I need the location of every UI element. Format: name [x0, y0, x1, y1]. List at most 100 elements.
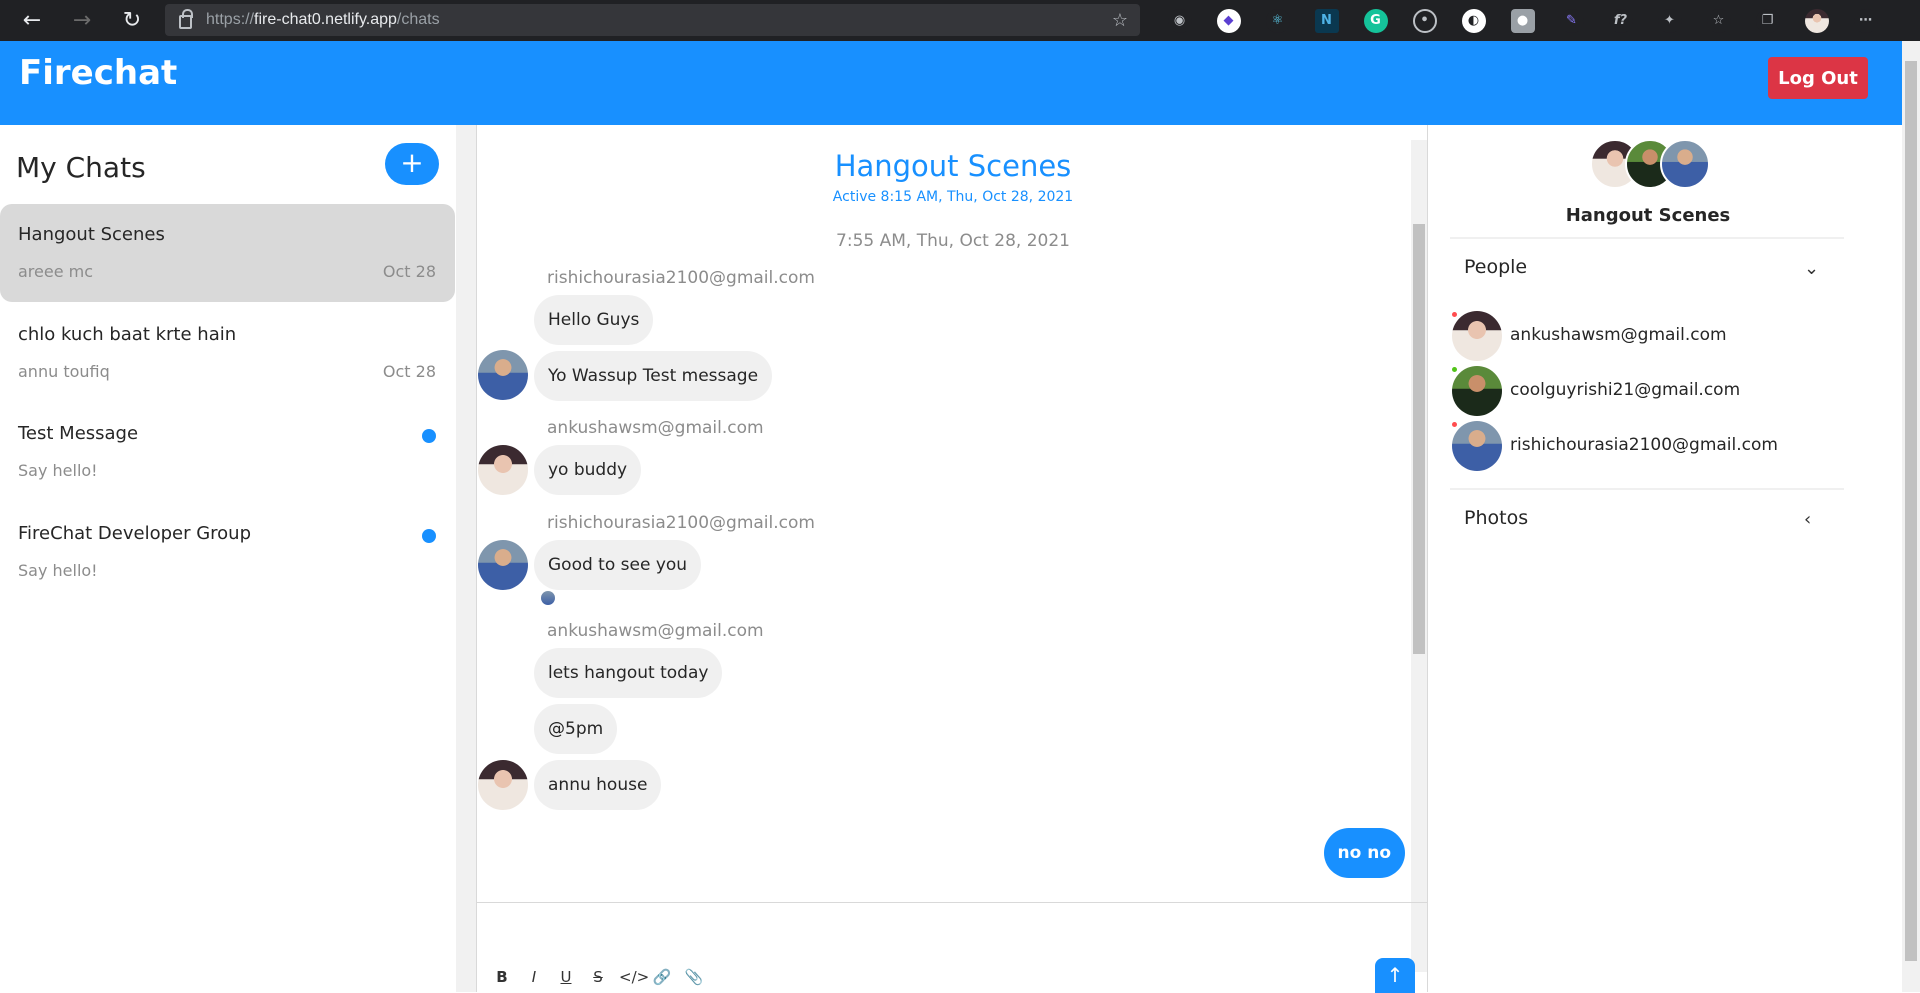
- app-title: Firechat: [19, 53, 178, 93]
- read-receipt-avatar: [541, 591, 555, 605]
- chat-list-title: My Chats: [16, 151, 146, 184]
- attachment-icon[interactable]: 📎: [683, 966, 705, 988]
- puzzle-extensions-icon[interactable]: ✦: [1657, 8, 1682, 33]
- react-devtools-icon[interactable]: ⚛: [1265, 8, 1290, 33]
- message-composer[interactable]: B I U S </> 🔗 📎 ↑: [477, 902, 1427, 993]
- app-header: Firechat Log Out: [0, 41, 1902, 125]
- grammarly-icon[interactable]: G: [1363, 8, 1388, 33]
- new-chat-button[interactable]: +: [385, 143, 439, 185]
- chat-card-last-message: areee mc: [18, 262, 94, 281]
- chat-card-last-message: Say hello!: [18, 461, 98, 480]
- pen-extension-icon[interactable]: ✎: [1559, 8, 1584, 33]
- message-sender: rishichourasia2100@gmail.com: [547, 513, 815, 533]
- chat-card-firechat-developer-group[interactable]: FireChat Developer Group Say hello!: [0, 503, 455, 601]
- sender-avatar: [478, 350, 528, 400]
- person-email: coolguyrishi21@gmail.com: [1510, 380, 1741, 400]
- code-icon[interactable]: </>: [619, 966, 649, 988]
- underline-icon[interactable]: U: [555, 966, 577, 988]
- divider: [1450, 488, 1844, 490]
- message-bubble: annu house: [534, 760, 662, 810]
- browser-toolbar: ← → ↻ https://fire-chat0.netlify.app/cha…: [0, 0, 1920, 41]
- chat-card-hangout-scenes[interactable]: Hangout Scenes areee mc Oct 28: [0, 204, 455, 302]
- message-timestamp: 7:55 AM, Thu, Oct 28, 2021: [836, 231, 1070, 251]
- forward-arrow-icon[interactable]: →: [62, 0, 102, 41]
- send-button[interactable]: ↑: [1375, 958, 1415, 993]
- feed-scrollbar-thumb[interactable]: [1413, 224, 1425, 654]
- favorites-icon[interactable]: ☆: [1706, 8, 1731, 33]
- extensions-bar: ◉ ◆ ⚛ N G • ◐ ● ✎ f? ✦ ☆ ❐ ⋯: [1155, 0, 1890, 41]
- message-bubble: @5pm: [534, 704, 618, 754]
- person-avatar: [1452, 366, 1502, 416]
- feed-scrollbar[interactable]: [1411, 140, 1427, 972]
- chat-card-name: chlo kuch baat krte hain: [18, 324, 237, 345]
- italic-icon[interactable]: I: [523, 966, 545, 988]
- font-extension-icon[interactable]: f?: [1608, 8, 1633, 33]
- strikethrough-icon[interactable]: S: [587, 966, 609, 988]
- group-avatars: [1590, 139, 1710, 191]
- message-bubble: lets hangout today: [534, 648, 723, 698]
- chat-card-date: Oct 28: [382, 362, 436, 381]
- more-menu-icon[interactable]: ⋯: [1853, 8, 1878, 33]
- chat-card-chlo-kuch-baat[interactable]: chlo kuch baat krte hain annu toufiq Oct…: [0, 304, 455, 402]
- chat-list-scrollbar[interactable]: [456, 125, 476, 992]
- window-scrollbar-thumb[interactable]: [1905, 61, 1917, 961]
- favorite-star-icon[interactable]: ☆: [1112, 10, 1128, 31]
- chevron-down-icon[interactable]: ⌄: [1804, 258, 1819, 279]
- chat-card-date: Oct 28: [382, 262, 436, 281]
- group-member-avatar: [1660, 139, 1710, 189]
- message-bubble: yo buddy: [534, 445, 642, 495]
- chat-card-name: FireChat Developer Group: [18, 523, 252, 544]
- gem-extension-icon[interactable]: ◆: [1216, 8, 1241, 33]
- message-sender: rishichourasia2100@gmail.com: [547, 268, 815, 288]
- person-row: ankushawsm@gmail.com: [1452, 311, 1852, 361]
- chat-card-last-message: Say hello!: [18, 561, 98, 580]
- chat-card-name: Test Message: [18, 423, 139, 444]
- collections-icon[interactable]: ❐: [1755, 8, 1780, 33]
- photos-section-title[interactable]: Photos: [1464, 507, 1528, 529]
- circle-extension-icon[interactable]: ◐: [1461, 8, 1486, 33]
- address-bar[interactable]: https://fire-chat0.netlify.app/chats ☆: [165, 4, 1140, 36]
- person-row: rishichourasia2100@gmail.com: [1452, 421, 1852, 471]
- person-avatar: [1452, 421, 1502, 471]
- message-bubble: Hello Guys: [534, 295, 654, 345]
- person-email: ankushawsm@gmail.com: [1510, 325, 1727, 345]
- person-email: rishichourasia2100@gmail.com: [1510, 435, 1778, 455]
- chat-card-last-message: annu toufiq: [18, 362, 110, 381]
- sender-avatar: [478, 760, 528, 810]
- window-scrollbar[interactable]: [1902, 41, 1920, 992]
- online-status-dot: [1452, 367, 1457, 372]
- screenshot-extension-icon[interactable]: ●: [1510, 8, 1535, 33]
- message-bubble: Yo Wassup Test message: [534, 351, 773, 401]
- message-bubble: Good to see you: [534, 540, 702, 590]
- sender-avatar: [478, 540, 528, 590]
- spy-extension-icon[interactable]: ◉: [1167, 8, 1192, 33]
- profile-avatar[interactable]: [1804, 8, 1829, 33]
- notion-extension-icon[interactable]: N: [1314, 8, 1339, 33]
- logout-button[interactable]: Log Out: [1768, 57, 1868, 99]
- target-extension-icon[interactable]: •: [1412, 8, 1437, 33]
- sender-avatar: [478, 445, 528, 495]
- feed-title: Hangout Scenes: [834, 149, 1072, 183]
- person-row: coolguyrishi21@gmail.com: [1452, 366, 1852, 416]
- back-arrow-icon[interactable]: ←: [12, 0, 52, 41]
- message-sender: ankushawsm@gmail.com: [547, 418, 764, 438]
- chat-card-test-message[interactable]: Test Message Say hello!: [0, 403, 455, 501]
- chat-card-name: Hangout Scenes: [18, 224, 165, 245]
- link-icon[interactable]: 🔗: [651, 966, 673, 988]
- online-status-dot: [1452, 312, 1457, 317]
- group-name: Hangout Scenes: [1565, 205, 1731, 226]
- bold-icon[interactable]: B: [491, 966, 513, 988]
- people-section-title[interactable]: People: [1464, 256, 1527, 278]
- chevron-left-icon[interactable]: ‹: [1804, 509, 1811, 530]
- person-avatar: [1452, 311, 1502, 361]
- divider: [1450, 237, 1844, 239]
- url-text: https://fire-chat0.netlify.app/chats: [206, 11, 440, 28]
- lock-icon: [179, 9, 193, 29]
- online-status-dot: [1452, 422, 1457, 427]
- refresh-icon[interactable]: ↻: [112, 0, 152, 41]
- message-sender: ankushawsm@gmail.com: [547, 621, 764, 641]
- chat-list-panel: My Chats + Hangout Scenes areee mc Oct 2…: [0, 125, 456, 992]
- chat-feed: Hangout Scenes Active 8:15 AM, Thu, Oct …: [476, 125, 1428, 993]
- unread-dot: [422, 529, 436, 543]
- format-toolbar: B I U S </> 🔗 📎: [491, 966, 705, 988]
